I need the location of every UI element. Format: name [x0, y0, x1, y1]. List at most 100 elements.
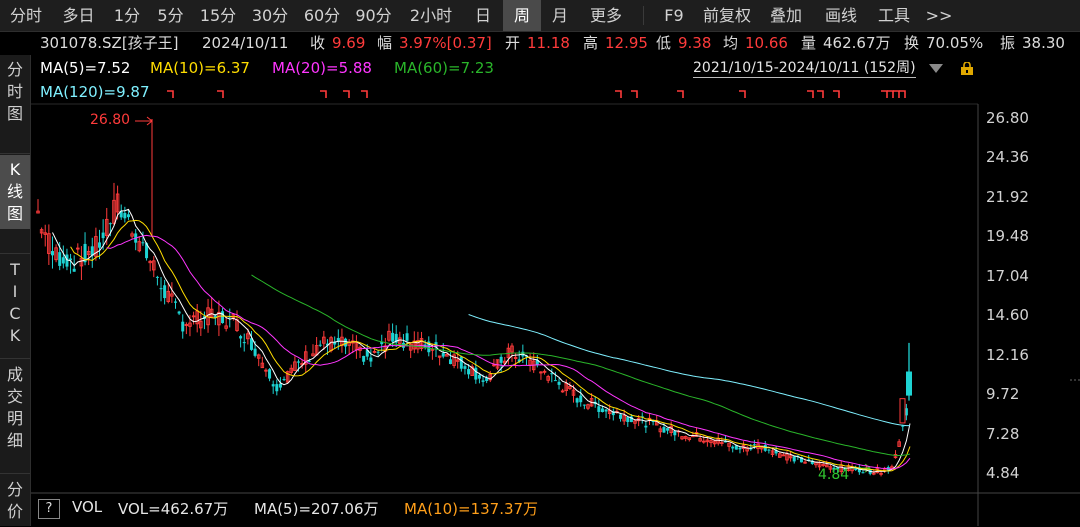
candle-body-down — [123, 212, 127, 219]
signal-marker — [361, 90, 368, 98]
candle-body-down — [644, 425, 648, 428]
candle-body-down — [474, 367, 478, 380]
legend-ma120: MA(120)=9.87 — [40, 83, 150, 101]
candle-body-down — [579, 395, 583, 403]
candle-body-down — [575, 398, 579, 403]
signal-marker — [739, 90, 746, 98]
candle-body-down — [126, 214, 130, 218]
signal-marker — [817, 90, 824, 98]
volume-ma5-text: MA(5)=207.06万 — [254, 500, 379, 518]
peak-price-annotation: 26.80 — [90, 112, 131, 128]
candle-body-down — [58, 252, 62, 266]
y-tick-label: 17.04 — [986, 266, 1029, 285]
candle-body-down — [662, 427, 666, 433]
candle-body-down — [181, 321, 185, 332]
candle-body-down — [481, 380, 485, 382]
candle-body-down — [173, 301, 177, 303]
candle-body-down — [163, 285, 167, 299]
candle-body-down — [369, 357, 373, 362]
volume-ma10-text: MA(10)=137.37万 — [404, 500, 539, 518]
candle-body-down — [391, 332, 395, 342]
y-tick-label: 26.80 — [986, 109, 1029, 127]
candle-body-down — [731, 446, 735, 449]
candle-body-down — [477, 374, 481, 379]
signal-marker — [631, 90, 638, 98]
ma10-line — [70, 219, 911, 472]
last-candle-body — [906, 371, 912, 396]
candle-body-down — [362, 355, 366, 362]
candle-body-down — [901, 425, 905, 427]
candle-body-down — [61, 257, 65, 264]
candle-body-down — [141, 242, 145, 244]
signal-marker — [615, 90, 622, 98]
legend-ma60: MA(60)=7.23 — [394, 59, 494, 77]
y-tick-label: 19.48 — [986, 227, 1029, 246]
candle-body-down — [242, 342, 246, 344]
help-button[interactable]: ? — [38, 499, 60, 519]
signal-marker — [807, 90, 814, 98]
candle-body-down — [108, 223, 112, 225]
candle-body-down — [177, 311, 181, 314]
signal-marker — [899, 90, 906, 98]
signal-marker — [887, 90, 894, 98]
candle-body-down — [50, 251, 54, 256]
candle-body-down — [344, 338, 348, 347]
candle-body-down — [271, 384, 275, 387]
candle-body-down — [448, 359, 452, 365]
candle-body-down — [597, 406, 601, 412]
candle-body-down — [221, 311, 225, 324]
candle-body-down — [792, 456, 796, 462]
candle-body-down — [159, 288, 163, 290]
ma60-line — [251, 274, 911, 457]
legend-ma20: MA(20)=5.88 — [272, 59, 372, 77]
candle-body-down — [282, 379, 286, 381]
candle-body-down — [318, 344, 322, 346]
candle-body-down — [553, 380, 557, 382]
signal-marker — [677, 90, 684, 98]
candle-body-down — [582, 404, 586, 406]
date-range-selector[interactable]: 2021/10/15-2024/10/11 (152周) — [693, 59, 916, 78]
candle-body-down — [557, 381, 561, 385]
candle-body-down — [499, 356, 503, 363]
candle-body-down — [604, 409, 608, 412]
candle-body-down — [459, 356, 463, 369]
candle-body-down — [98, 242, 102, 248]
volume-indicator-name[interactable]: VOL — [72, 498, 102, 516]
y-tick-label: 4.84 — [986, 464, 1020, 482]
candle-body-down — [405, 333, 409, 341]
candle-body-down — [619, 414, 623, 419]
y-tick-label: 9.72 — [986, 385, 1020, 404]
ma5-line — [52, 208, 911, 473]
candle-body-down — [155, 276, 159, 278]
candle-body-down — [239, 336, 243, 339]
lock-icon[interactable] — [960, 62, 974, 75]
candle-body-down — [467, 369, 471, 375]
candle-body-down — [253, 348, 257, 356]
y-tick-label: 7.28 — [986, 424, 1020, 443]
y-tick-label: 12.16 — [986, 345, 1029, 364]
signal-marker — [893, 90, 900, 98]
candle-body-down — [268, 369, 272, 379]
y-tick-label: 24.36 — [986, 148, 1029, 167]
kline-chart[interactable] — [0, 0, 1080, 526]
candle-body-down — [275, 384, 279, 392]
low-price-annotation: 4.84 — [818, 467, 850, 483]
candle-body-down — [441, 352, 445, 357]
candle-body-down — [626, 417, 630, 422]
candle-body-down — [101, 232, 105, 239]
candle-body-down — [673, 430, 677, 436]
prev-candle-body — [899, 398, 906, 424]
candle-body-down — [600, 408, 604, 413]
peak-arrow — [135, 116, 153, 126]
candle-body-down — [463, 366, 467, 369]
volume-value-text: VOL=462.67万 — [118, 500, 229, 518]
candle-body-down — [752, 444, 756, 446]
candle-body-down — [69, 258, 73, 261]
legend-ma5: MA(5)=7.52 — [40, 59, 131, 77]
signal-marker — [320, 90, 327, 98]
chevron-down-icon[interactable] — [929, 64, 943, 73]
candle-body-down — [297, 361, 301, 363]
signal-marker — [217, 90, 224, 98]
signal-marker — [881, 90, 888, 98]
y-tick-label: 21.92 — [986, 187, 1029, 206]
